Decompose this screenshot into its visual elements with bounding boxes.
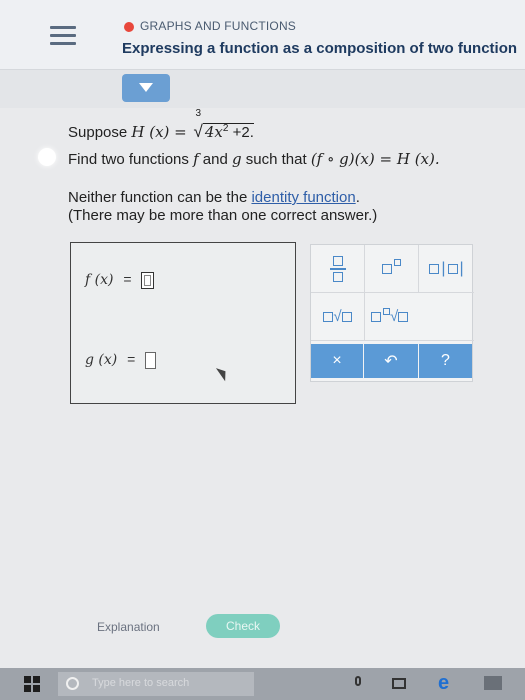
page-title: Expressing a function as a composition o… <box>122 40 518 57</box>
topic-status-icon <box>124 22 134 32</box>
identity-function-link[interactable]: identity function <box>251 189 355 206</box>
taskbar-search-input[interactable]: Type here to search <box>58 672 254 696</box>
undo-button[interactable]: ↶ <box>364 344 418 378</box>
task-view-icon[interactable] <box>392 676 408 692</box>
windows-taskbar: Type here to search e <box>0 668 525 700</box>
radicand-term: 4x <box>204 123 223 141</box>
nth-root-glyph: √ <box>390 308 399 325</box>
square-root-icon: √ <box>323 308 352 325</box>
note-line-1: Neither function can be the identity fun… <box>68 189 360 206</box>
note-line-2: (There may be more than one correct answ… <box>68 207 378 224</box>
collapse-header-button[interactable] <box>122 74 170 102</box>
photos-app-icon[interactable] <box>484 676 502 692</box>
nth-root-button[interactable]: √ <box>365 293 474 341</box>
g-answer-row: g (x) = <box>85 351 157 369</box>
f-answer-label: f (x) <box>85 272 114 288</box>
help-button[interactable]: ? <box>419 344 472 378</box>
explanation-button[interactable]: Explanation <box>97 620 160 634</box>
windows-start-icon[interactable] <box>24 676 40 692</box>
absolute-value-button[interactable]: | | <box>419 245 474 293</box>
superscript-button[interactable] <box>365 245 419 293</box>
header-divider <box>0 70 525 108</box>
such-that-text: such that <box>241 151 311 168</box>
fraction-icon <box>329 255 346 282</box>
note-period: . <box>355 189 360 206</box>
radicand: 4x2 +2. <box>202 123 254 141</box>
question-line-1: Suppose H (x) = 3 √ 4x2 +2. <box>68 108 254 142</box>
header: GRAPHS AND FUNCTIONS Expressing a functi… <box>0 0 525 70</box>
note-text: Neither function can be the <box>68 189 252 206</box>
abs-bar-left: | <box>441 259 446 277</box>
progress-indicator-icon <box>38 148 56 166</box>
root-index: 3 <box>195 108 202 119</box>
search-placeholder: Type here to search <box>92 677 190 689</box>
f-answer-row: f (x) = <box>85 271 155 289</box>
check-button[interactable]: Check <box>206 614 280 638</box>
answer-box: f (x) = g (x) = <box>70 242 296 404</box>
edge-glyph: e <box>438 672 450 694</box>
clear-button[interactable]: × <box>311 344 363 378</box>
radical-sign-icon: √ <box>193 122 203 141</box>
composition-expression: (f ∘ g)(x) = H (x). <box>310 150 440 168</box>
edge-browser-icon[interactable]: e <box>438 673 458 693</box>
superscript-icon <box>382 258 401 274</box>
microphone-icon[interactable] <box>350 676 366 692</box>
g-answer-label: g (x) <box>85 352 118 368</box>
radicand-tail: +2. <box>228 124 254 141</box>
and-text: and <box>198 151 232 168</box>
h-definition-lhs: H (x) = <box>131 123 192 141</box>
f-answer-input[interactable] <box>141 271 155 289</box>
abs-bar-right: | <box>459 259 464 277</box>
f-equals: = <box>123 271 132 287</box>
cortana-circle-icon <box>66 677 79 690</box>
app-screen: GRAPHS AND FUNCTIONS Expressing a functi… <box>0 0 525 668</box>
nth-root-icon: √ <box>371 308 409 325</box>
suppose-text: Suppose <box>68 124 132 141</box>
square-root-button[interactable]: √ <box>311 293 365 341</box>
hamburger-menu-icon[interactable] <box>50 26 76 46</box>
cube-root-expression: 3 √ 4x2 +2. <box>193 108 254 142</box>
fraction-button[interactable] <box>311 245 365 293</box>
topic-label: GRAPHS AND FUNCTIONS <box>140 19 297 33</box>
question-line-2: Find two functions f and g such that (f … <box>68 150 440 168</box>
sqrt-glyph: √ <box>333 308 342 325</box>
find-text: Find two functions <box>68 151 194 168</box>
g-symbol: g <box>232 150 242 168</box>
absolute-value-icon: | | <box>429 259 464 278</box>
g-equals: = <box>127 351 136 367</box>
g-answer-input[interactable] <box>145 351 157 369</box>
